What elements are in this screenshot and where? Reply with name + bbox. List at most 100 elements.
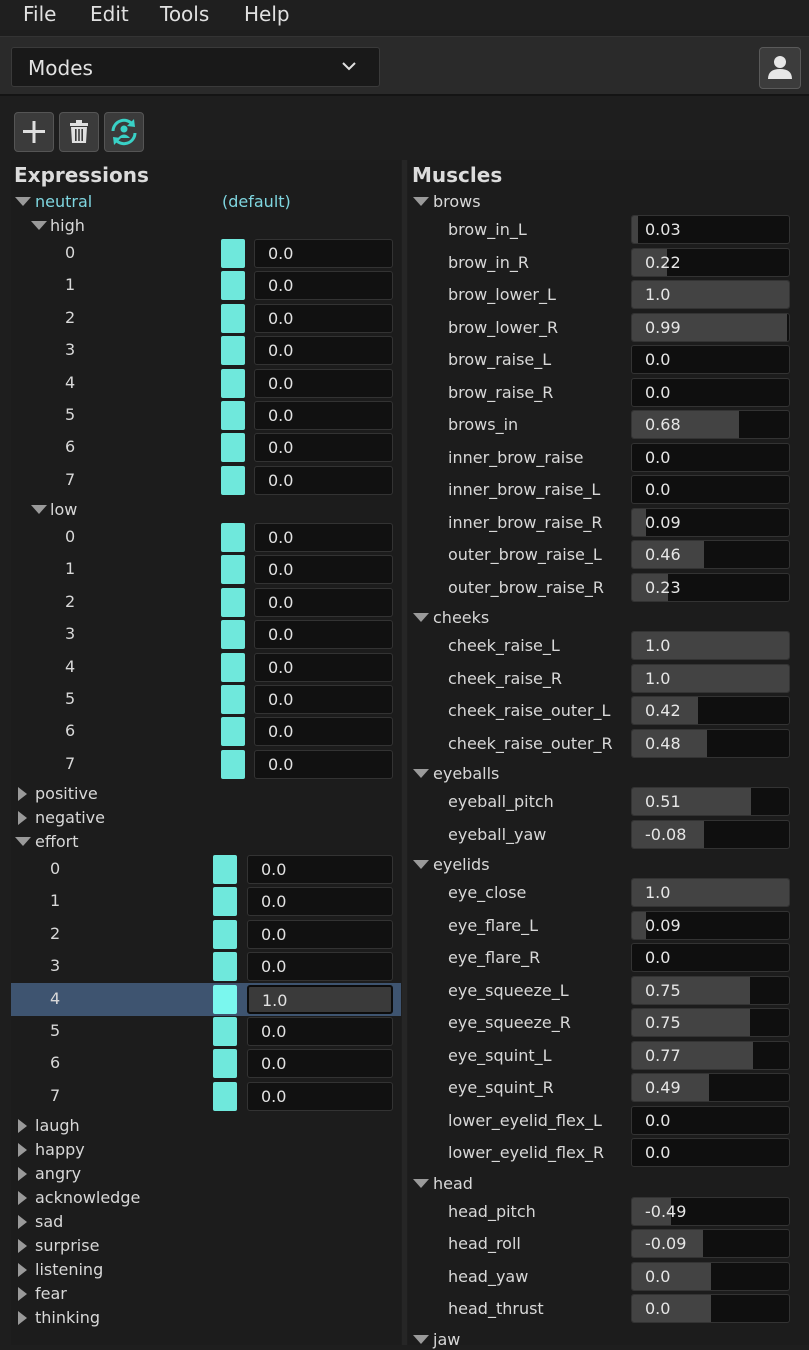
muscle-slider[interactable]: 0.0 bbox=[631, 1138, 790, 1167]
value-field[interactable]: 0.0 bbox=[254, 749, 393, 779]
color-swatch[interactable] bbox=[213, 952, 237, 982]
tree-item-listening[interactable]: listening bbox=[35, 1260, 103, 1279]
expand-toggle-icon[interactable] bbox=[413, 1334, 429, 1344]
expand-toggle-icon[interactable] bbox=[18, 1119, 27, 1133]
muscle-slider[interactable]: 0.77 bbox=[631, 1040, 790, 1070]
muscle-slider[interactable]: 0.0 bbox=[631, 1105, 790, 1135]
expand-toggle-icon[interactable] bbox=[18, 1167, 27, 1181]
muscle-slider[interactable]: 0.0 bbox=[631, 442, 790, 472]
muscle-slider[interactable]: -0.49 bbox=[631, 1196, 790, 1226]
muscle-slider[interactable]: 0.46 bbox=[631, 540, 790, 569]
color-swatch[interactable] bbox=[221, 271, 245, 301]
color-swatch[interactable] bbox=[213, 855, 237, 884]
delete-button[interactable] bbox=[59, 112, 99, 152]
tree-item-fear[interactable]: fear bbox=[35, 1284, 67, 1303]
muscle-group-brows[interactable]: brows bbox=[433, 192, 481, 211]
muscle-slider[interactable]: -0.09 bbox=[631, 1229, 790, 1258]
expand-toggle-icon[interactable] bbox=[31, 505, 47, 514]
muscle-group-cheeks[interactable]: cheeks bbox=[433, 608, 489, 627]
expand-toggle-icon[interactable] bbox=[18, 811, 27, 825]
tree-item-laugh[interactable]: laugh bbox=[35, 1116, 80, 1135]
color-swatch[interactable] bbox=[221, 239, 245, 268]
muscle-slider[interactable]: 0.09 bbox=[631, 507, 790, 537]
tree-item-sad[interactable]: sad bbox=[35, 1212, 63, 1231]
value-field[interactable]: 0.0 bbox=[254, 465, 393, 495]
color-swatch[interactable] bbox=[221, 465, 245, 495]
expand-toggle-icon[interactable] bbox=[18, 1287, 27, 1301]
tree-item-low[interactable]: low bbox=[50, 500, 77, 519]
expand-toggle-icon[interactable] bbox=[18, 1263, 27, 1277]
color-swatch[interactable] bbox=[221, 652, 245, 682]
tree-item-high[interactable]: high bbox=[50, 216, 85, 235]
muscle-slider[interactable]: 1.0 bbox=[631, 878, 790, 907]
menu-edit[interactable]: Edit bbox=[90, 2, 129, 26]
muscle-slider[interactable]: 0.22 bbox=[631, 247, 790, 277]
tree-item-positive[interactable]: positive bbox=[35, 784, 98, 803]
muscle-slider[interactable]: 0.48 bbox=[631, 728, 790, 758]
expand-toggle-icon[interactable] bbox=[15, 197, 31, 206]
expand-toggle-icon[interactable] bbox=[413, 769, 429, 778]
panel-divider[interactable] bbox=[402, 160, 407, 1345]
expand-toggle-icon[interactable] bbox=[18, 1143, 27, 1157]
muscle-slider[interactable]: 0.23 bbox=[631, 572, 790, 602]
tree-item-happy[interactable]: happy bbox=[35, 1140, 85, 1159]
value-field[interactable]: 0.0 bbox=[254, 336, 393, 366]
muscle-slider[interactable]: 0.0 bbox=[631, 345, 790, 374]
tree-item-surprise[interactable]: surprise bbox=[35, 1236, 99, 1255]
modes-dropdown[interactable]: Modes bbox=[11, 47, 380, 87]
sync-button[interactable] bbox=[104, 112, 144, 152]
value-field[interactable]: 0.0 bbox=[254, 587, 393, 617]
value-field[interactable]: 0.0 bbox=[254, 652, 393, 682]
color-swatch[interactable] bbox=[213, 984, 237, 1014]
muscle-slider[interactable]: 0.0 bbox=[631, 475, 790, 504]
value-field[interactable]: 0.0 bbox=[254, 685, 393, 714]
color-swatch[interactable] bbox=[213, 919, 237, 949]
tree-item-thinking[interactable]: thinking bbox=[35, 1308, 100, 1327]
expand-toggle-icon[interactable] bbox=[18, 787, 27, 801]
muscle-slider[interactable]: 0.42 bbox=[631, 696, 790, 725]
color-swatch[interactable] bbox=[221, 303, 245, 333]
value-field[interactable]: 0.0 bbox=[254, 620, 393, 650]
value-field[interactable]: 0.0 bbox=[254, 239, 393, 268]
muscle-slider[interactable]: 0.99 bbox=[631, 312, 790, 342]
expand-toggle-icon[interactable] bbox=[15, 837, 31, 846]
add-button[interactable] bbox=[14, 112, 54, 152]
color-swatch[interactable] bbox=[221, 523, 245, 552]
value-field[interactable]: 0.0 bbox=[247, 887, 393, 917]
value-field[interactable]: 0.0 bbox=[254, 555, 393, 585]
tree-item-negative[interactable]: negative bbox=[35, 808, 105, 827]
muscle-group-eyelids[interactable]: eyelids bbox=[433, 855, 490, 874]
value-field[interactable]: 0.0 bbox=[247, 855, 393, 884]
muscle-slider[interactable]: 0.0 bbox=[631, 377, 790, 407]
color-swatch[interactable] bbox=[221, 717, 245, 747]
value-field[interactable]: 0.0 bbox=[254, 717, 393, 747]
color-swatch[interactable] bbox=[221, 336, 245, 366]
muscle-slider[interactable]: 0.51 bbox=[631, 787, 790, 816]
color-swatch[interactable] bbox=[213, 887, 237, 917]
tree-item-acknowledge[interactable]: acknowledge bbox=[35, 1188, 140, 1207]
expand-toggle-icon[interactable] bbox=[18, 1215, 27, 1229]
value-field[interactable]: 0.0 bbox=[254, 401, 393, 430]
muscle-group-eyeballs[interactable]: eyeballs bbox=[433, 764, 499, 783]
expand-toggle-icon[interactable] bbox=[413, 1178, 429, 1188]
color-swatch[interactable] bbox=[213, 1017, 237, 1046]
expand-toggle-icon[interactable] bbox=[413, 613, 429, 622]
color-swatch[interactable] bbox=[213, 1049, 237, 1079]
color-swatch[interactable] bbox=[221, 433, 245, 463]
expand-toggle-icon[interactable] bbox=[18, 1239, 27, 1253]
value-field[interactable]: 0.0 bbox=[247, 952, 393, 982]
muscle-slider[interactable]: 0.75 bbox=[631, 975, 790, 1005]
menu-tools[interactable]: Tools bbox=[160, 2, 209, 26]
muscle-slider[interactable]: 0.0 bbox=[631, 943, 790, 972]
muscle-group-head[interactable]: head bbox=[433, 1174, 473, 1193]
color-swatch[interactable] bbox=[221, 555, 245, 585]
value-field[interactable]: 0.0 bbox=[254, 368, 393, 398]
muscle-slider[interactable]: 1.0 bbox=[631, 631, 790, 660]
expand-toggle-icon[interactable] bbox=[18, 1191, 27, 1205]
muscle-slider[interactable]: 0.49 bbox=[631, 1073, 790, 1102]
expand-toggle-icon[interactable] bbox=[31, 221, 47, 230]
muscle-slider[interactable]: 1.0 bbox=[631, 280, 790, 309]
color-swatch[interactable] bbox=[221, 749, 245, 779]
muscle-slider[interactable]: 0.09 bbox=[631, 910, 790, 940]
expand-toggle-icon[interactable] bbox=[18, 1311, 27, 1325]
